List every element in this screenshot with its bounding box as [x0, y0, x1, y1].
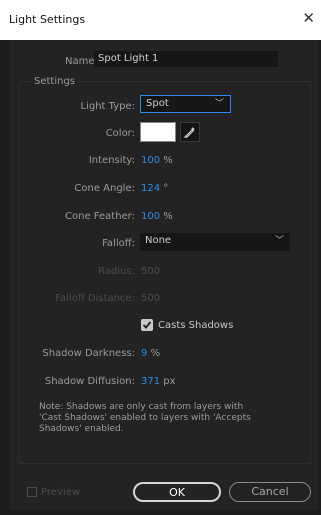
cone-feather-value[interactable]: 100 % [141, 211, 173, 222]
falloff-dropdown[interactable]: None ﹀ [140, 233, 290, 251]
casts-shadows-checkbox[interactable] [141, 319, 153, 331]
settings-group-title: Settings [32, 76, 78, 87]
radius-label: Radius: [98, 266, 135, 277]
window-title: Light Settings [9, 13, 86, 26]
cone-angle-number[interactable]: 124 [141, 183, 160, 194]
cone-feather-label: Cone Feather: [65, 211, 135, 222]
shadow-darkness-unit: % [150, 348, 161, 359]
checkmark-icon [142, 321, 152, 329]
shadow-diffusion-label: Shadow Diffusion: [44, 376, 135, 387]
shadow-diffusion-unit: px [163, 376, 176, 387]
cone-angle-label: Cone Angle: [74, 183, 135, 194]
name-label: Name: [65, 56, 98, 67]
intensity-number[interactable]: 100 [141, 155, 160, 166]
cone-angle-value[interactable]: 124 ° [141, 183, 168, 194]
radius-value: 500 [141, 266, 161, 277]
intensity-value[interactable]: 100 % [141, 155, 173, 166]
falloff-distance-value: 500 [141, 293, 161, 304]
ok-button[interactable]: OK [133, 482, 221, 502]
light-type-label: Light Type: [80, 101, 135, 112]
falloff-label: Falloff: [102, 238, 135, 249]
shadow-note: Note: Shadows are only cast from layers … [39, 402, 251, 434]
falloff-distance-label: Falloff Distance: [55, 293, 135, 304]
chevron-down-icon: ﹀ [274, 236, 284, 246]
shadow-darkness-number[interactable]: 9 [141, 348, 147, 359]
cone-feather-unit: % [163, 211, 173, 222]
light-type-dropdown[interactable]: Spot ﹀ [140, 95, 231, 113]
shadow-darkness-label: Shadow Darkness: [42, 348, 135, 359]
intensity-label: Intensity: [88, 155, 135, 166]
casts-shadows-label[interactable]: Casts Shadows [158, 320, 233, 331]
cone-angle-unit: ° [163, 183, 169, 194]
shadow-diffusion-number[interactable]: 371 [141, 376, 160, 387]
color-swatch[interactable] [140, 122, 176, 142]
cone-feather-number[interactable]: 100 [141, 211, 160, 222]
cancel-button[interactable]: Cancel [229, 482, 311, 502]
name-input[interactable]: Spot Light 1 [94, 51, 278, 67]
preview-checkbox[interactable] [27, 487, 37, 497]
intensity-unit: % [163, 155, 173, 166]
light-type-value: Spot [146, 98, 169, 109]
chevron-down-icon: ﹀ [214, 99, 224, 109]
shadow-darkness-value[interactable]: 9 % [141, 348, 160, 359]
title-bar: Light Settings ✕ [0, 0, 321, 40]
color-label: Color: [105, 128, 135, 139]
shadow-diffusion-value[interactable]: 371 px [141, 376, 176, 387]
close-icon[interactable]: ✕ [302, 9, 315, 27]
preview-label[interactable]: Preview [41, 487, 80, 498]
falloff-value: None [145, 235, 172, 246]
eyedropper-icon[interactable] [180, 122, 200, 142]
